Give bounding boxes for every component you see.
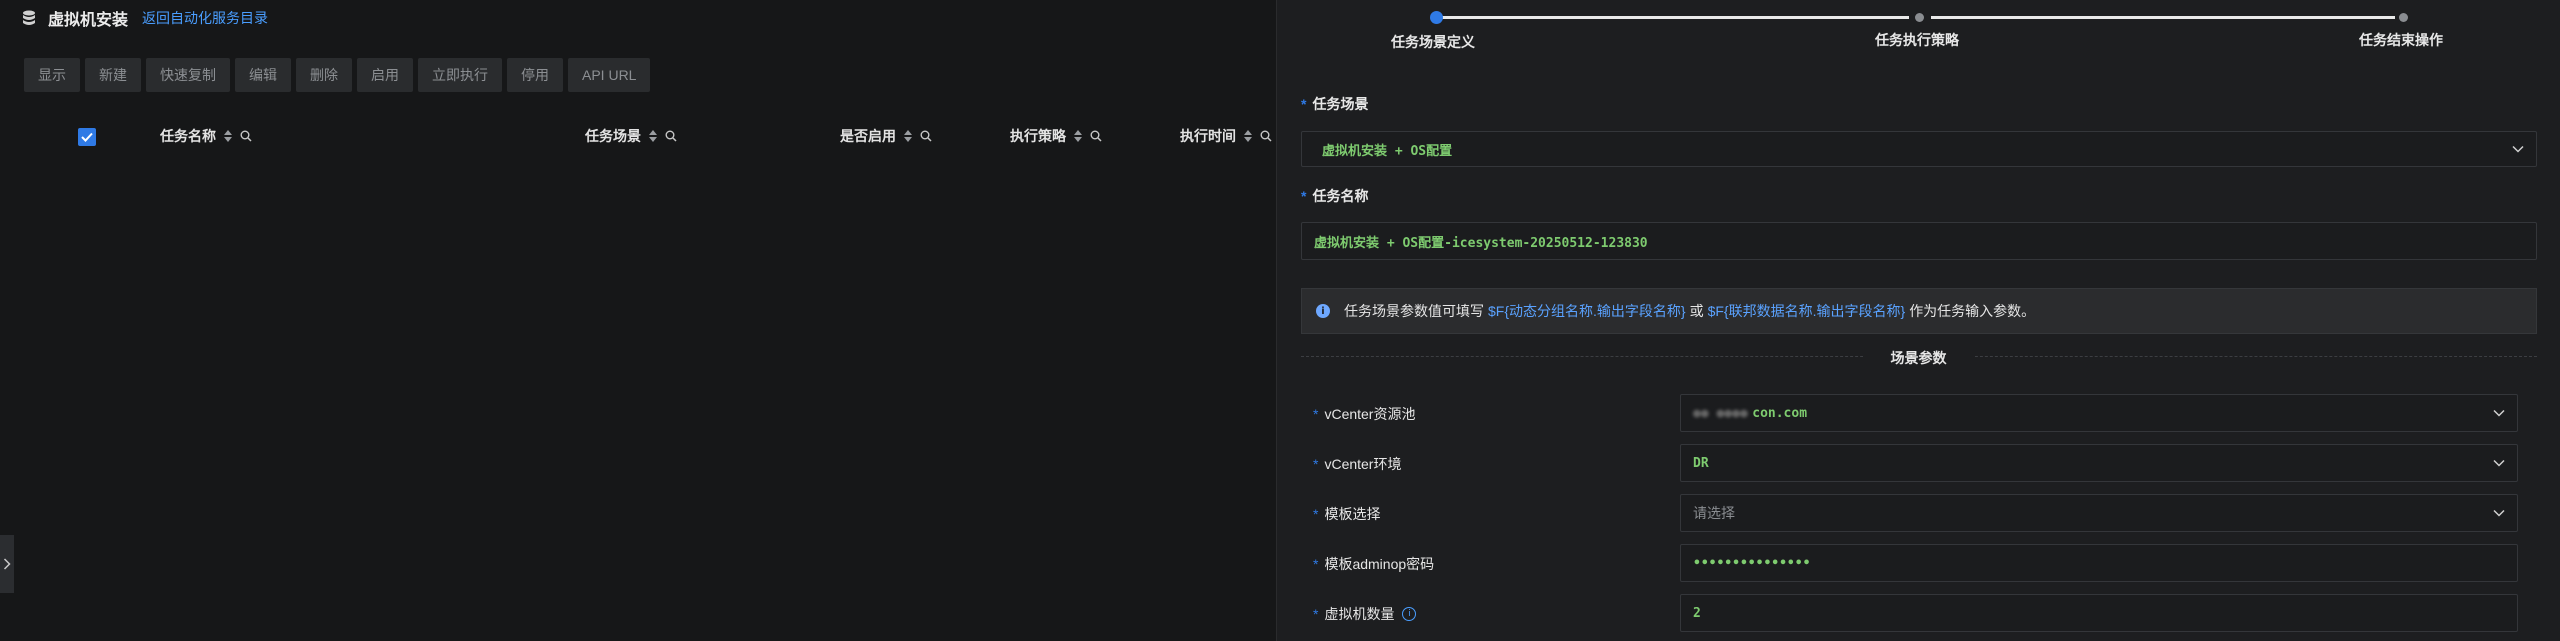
chevron-down-icon xyxy=(2493,509,2505,517)
info-text: 作为任务输入参数。 xyxy=(1909,303,2036,319)
page-title: 虚拟机安装 xyxy=(48,12,129,29)
param-label: * vCenter资源池 xyxy=(1313,406,1416,422)
column-exec-policy[interactable]: 执行策略 xyxy=(1010,126,1102,146)
task-edit-panel: 任务场景定义 任务执行策略 任务结束操作 * 任务场景 虚拟机安装 + OS配置 … xyxy=(1276,0,2560,641)
info-variable: $F{联邦数据名称.输出字段名称} xyxy=(1707,303,1906,319)
api-url-button[interactable]: API URL xyxy=(568,58,651,92)
search-icon[interactable] xyxy=(1260,130,1272,142)
vcenter-env-select[interactable]: DR xyxy=(1680,444,2518,482)
column-enabled[interactable]: 是否启用 xyxy=(840,126,932,146)
column-exec-time[interactable]: 执行时间 xyxy=(1180,126,1272,146)
param-label: * 模板选择 xyxy=(1313,506,1381,522)
param-value: DR xyxy=(1693,455,1709,471)
toolbar: 显示 新建 快速复制 编辑 删除 启用 立即执行 停用 API URL xyxy=(24,58,651,92)
template-placeholder: 请选择 xyxy=(1693,505,1735,521)
search-icon[interactable] xyxy=(1090,130,1102,142)
step-connector xyxy=(1437,16,1909,19)
step-connector xyxy=(1931,16,2395,19)
column-label: 任务场景 xyxy=(585,128,641,144)
task-list-pane: 虚拟机安装 返回自动化服务目录 显示 新建 快速复制 编辑 删除 启用 立即执行… xyxy=(0,0,1276,641)
new-button[interactable]: 新建 xyxy=(85,58,141,92)
column-label: 执行策略 xyxy=(1010,128,1066,144)
quick-copy-button[interactable]: 快速复制 xyxy=(146,58,230,92)
chevron-down-icon xyxy=(2493,409,2505,417)
column-label: 是否启用 xyxy=(840,128,896,144)
sort-icon[interactable] xyxy=(649,130,657,142)
param-label: * 模板adminop密码 xyxy=(1313,556,1435,572)
info-text: 任务场景参数值可填写 xyxy=(1344,303,1484,319)
scene-select[interactable]: 虚拟机安装 + OS配置 xyxy=(1301,131,2537,167)
app-root: 虚拟机安装 返回自动化服务目录 显示 新建 快速复制 编辑 删除 启用 立即执行… xyxy=(0,0,2560,641)
run-now-button[interactable]: 立即执行 xyxy=(418,58,502,92)
vcenter-pool-select[interactable]: ●● ●●●● con.com xyxy=(1680,394,2518,432)
chevron-down-icon xyxy=(2493,459,2505,467)
info-banner: i 任务场景参数值可填写 $F{动态分组名称.输出字段名称} 或 $F{联邦数据… xyxy=(1301,288,2537,334)
chevron-down-icon xyxy=(2512,145,2524,153)
delete-button[interactable]: 删除 xyxy=(296,58,352,92)
template-select[interactable]: 请选择 xyxy=(1680,494,2518,532)
section-title: 场景参数 xyxy=(1277,348,2560,368)
column-label: 执行时间 xyxy=(1180,128,1236,144)
step-end-action[interactable]: 任务结束操作 xyxy=(2359,30,2443,50)
expand-sidebar-handle[interactable] xyxy=(0,535,14,593)
sort-icon[interactable] xyxy=(1244,130,1252,142)
task-name-label: * 任务名称 xyxy=(1301,188,1369,204)
search-icon[interactable] xyxy=(240,130,252,142)
step-scene-definition[interactable]: 任务场景定义 xyxy=(1391,32,1475,52)
sort-icon[interactable] xyxy=(224,130,232,142)
column-label: 任务名称 xyxy=(160,128,216,144)
disable-button[interactable]: 停用 xyxy=(507,58,563,92)
step-dot xyxy=(2399,13,2408,22)
edit-button[interactable]: 编辑 xyxy=(235,58,291,92)
step-dot-active xyxy=(1430,11,1443,24)
step-exec-policy[interactable]: 任务执行策略 xyxy=(1875,30,1959,50)
param-label: * 虚拟机数量 i xyxy=(1313,604,1417,624)
step-indicator: 任务场景定义 任务执行策略 任务结束操作 xyxy=(1277,0,2560,60)
info-icon: i xyxy=(1316,304,1330,318)
help-icon[interactable]: i xyxy=(1402,607,1417,621)
chevron-right-icon xyxy=(3,558,11,570)
info-variable: $F{动态分组名称.输出字段名称} xyxy=(1488,303,1686,319)
task-name-value: 虚拟机安装 + OS配置-icesystem-20250512-123830 xyxy=(1314,235,1648,251)
select-all-checkbox[interactable] xyxy=(78,128,96,146)
scene-select-value: 虚拟机安装 + OS配置 xyxy=(1322,143,1453,159)
param-value: ●● ●●●● con.com xyxy=(1693,406,1808,421)
param-label: * vCenter环境 xyxy=(1313,456,1402,472)
step-dot xyxy=(1915,13,1924,22)
task-name-input[interactable]: 虚拟机安装 + OS配置-icesystem-20250512-123830 xyxy=(1301,222,2537,260)
search-icon[interactable] xyxy=(665,130,677,142)
scene-field-label: * 任务场景 xyxy=(1301,96,1369,112)
password-value: ••••••••••••••• xyxy=(1693,555,1811,571)
page-header: 虚拟机安装 返回自动化服务目录 xyxy=(22,6,268,30)
info-text: 或 xyxy=(1689,303,1704,319)
database-icon xyxy=(23,10,35,25)
sort-icon[interactable] xyxy=(904,130,912,142)
vm-count-value: 2 xyxy=(1693,605,1701,621)
check-icon xyxy=(81,132,93,142)
column-task-scene[interactable]: 任务场景 xyxy=(585,126,677,146)
show-button[interactable]: 显示 xyxy=(24,58,80,92)
sort-icon[interactable] xyxy=(1074,130,1082,142)
template-password-input[interactable]: ••••••••••••••• xyxy=(1680,544,2518,582)
search-icon[interactable] xyxy=(920,130,932,142)
vm-count-input[interactable]: 2 xyxy=(1680,594,2518,632)
enable-button[interactable]: 启用 xyxy=(357,58,413,92)
column-task-name[interactable]: 任务名称 xyxy=(160,126,252,146)
table-header: 任务名称 任务场景 是否启用 执行策略 执行时间 xyxy=(0,118,1276,158)
back-to-catalog-link[interactable]: 返回自动化服务目录 xyxy=(142,8,268,28)
